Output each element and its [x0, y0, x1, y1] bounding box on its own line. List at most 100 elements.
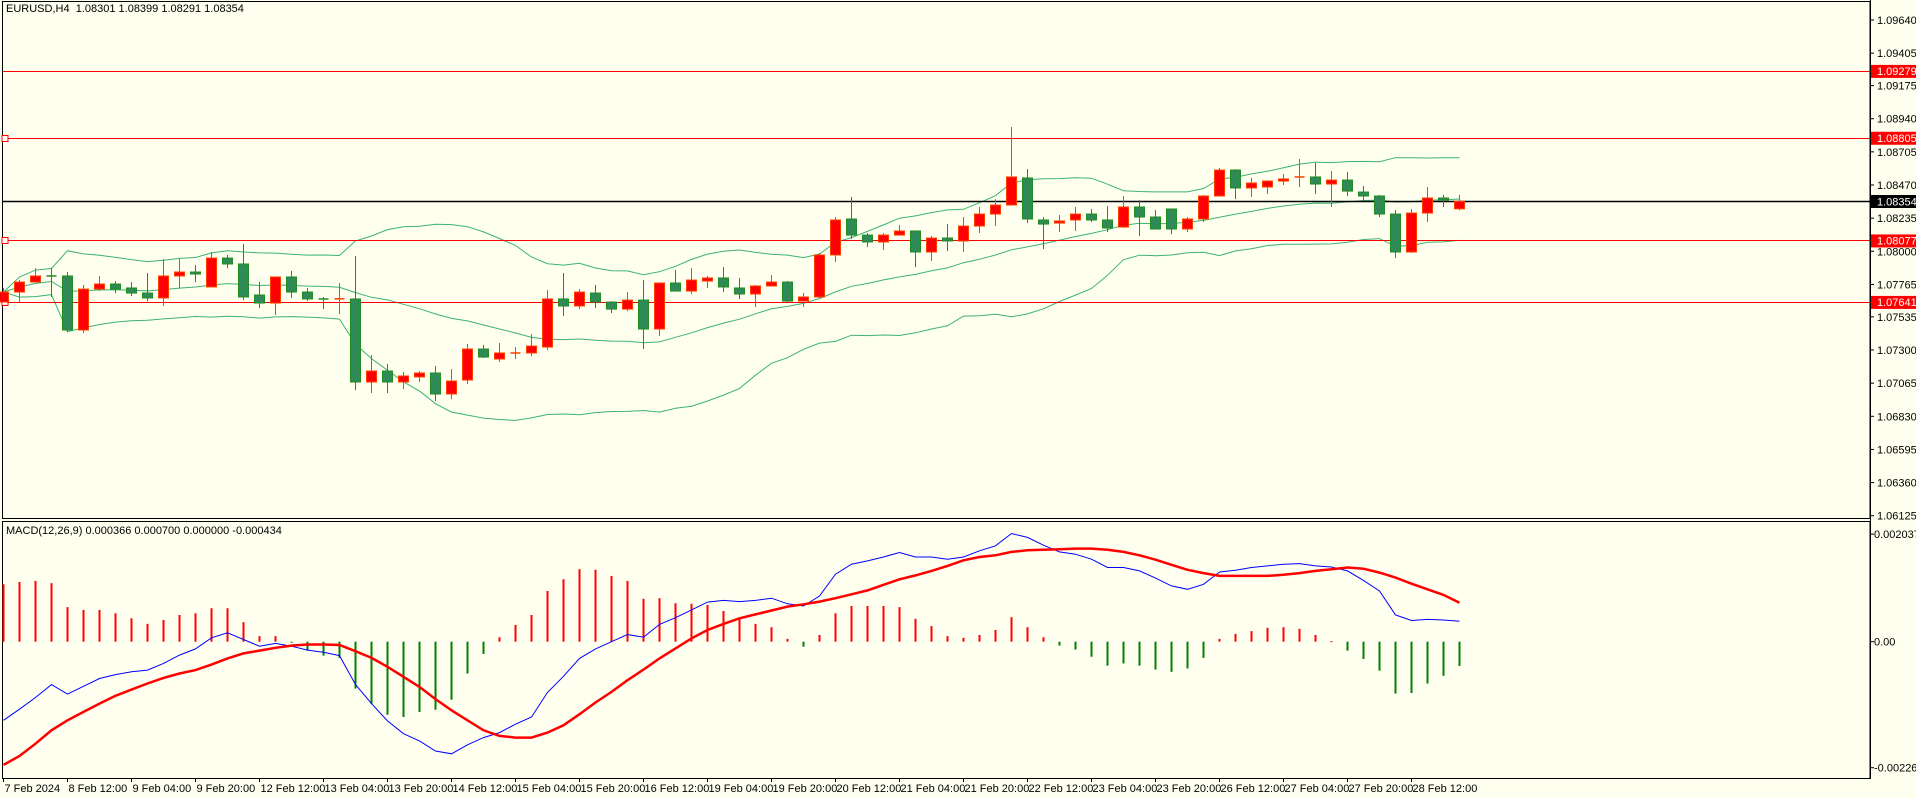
candle-body [878, 234, 889, 243]
candle-body [1022, 177, 1033, 220]
time-axis-label: 14 Feb 12:00 [453, 783, 518, 795]
candle-body [1134, 206, 1145, 218]
candle-body [1390, 213, 1401, 253]
candle-body [382, 370, 393, 383]
price-tick-label: 1.09175 [1877, 81, 1916, 93]
macd-histogram-bar [1154, 641, 1157, 670]
macd-histogram-bar [850, 606, 853, 642]
time-axis-label: 28 Feb 12:00 [1413, 783, 1478, 795]
macd-histogram-bar [1202, 641, 1205, 658]
candle [462, 343, 473, 384]
price-tick-label: 1.07535 [1877, 312, 1916, 324]
candle-body [94, 283, 105, 290]
candle-body [1342, 179, 1353, 192]
macd-histogram-bar [34, 580, 37, 642]
candle-body [1262, 180, 1273, 188]
candle-body [446, 380, 457, 395]
candle-body [1214, 169, 1225, 197]
macd-histogram-bar [82, 609, 85, 642]
candle-body [926, 237, 937, 253]
price-tick-label: 1.06125 [1877, 511, 1916, 523]
time-axis-label: 15 Feb 04:00 [517, 783, 582, 795]
macd-histogram-bar [818, 635, 821, 642]
candle-body [78, 288, 89, 331]
candle-body [1246, 182, 1257, 189]
macd-histogram-bar [1330, 641, 1333, 643]
macd-histogram-bar [658, 598, 661, 642]
candle-body [1086, 213, 1097, 221]
symbol-timeframe: EURUSD,H4 [6, 3, 70, 15]
candle [782, 281, 793, 303]
candle-body [1454, 200, 1465, 210]
price-tick-label: 1.06360 [1877, 478, 1916, 490]
macd-histogram-bar [194, 613, 197, 642]
candle-body [206, 257, 217, 288]
macd-histogram-bar [402, 641, 405, 717]
candle-body [1070, 213, 1081, 221]
price-pane[interactable] [0, 0, 1916, 798]
macd-histogram-bar [306, 641, 309, 651]
macd-histogram-bar [1074, 641, 1077, 650]
time-axis-label: 8 Feb 12:00 [69, 783, 128, 795]
macd-histogram-bar [834, 613, 837, 642]
macd-histogram-bar [178, 614, 181, 642]
time-axis-label: 26 Feb 12:00 [1221, 783, 1286, 795]
time-axis-label: 21 Feb 20:00 [965, 783, 1030, 795]
candle-body [846, 218, 857, 236]
candle-body [798, 296, 809, 302]
candle-body [1102, 219, 1113, 229]
macd-histogram-bar [674, 603, 677, 642]
macd-axis-label: -0.00226 [1874, 763, 1916, 775]
price-line-label: 1.09279 [1877, 66, 1916, 78]
macd-histogram-bar [770, 627, 773, 642]
macd-histogram-bar [1394, 641, 1397, 694]
time-axis-label: 19 Feb 04:00 [709, 783, 774, 795]
macd-histogram-bar [290, 641, 293, 643]
candle-body [254, 294, 265, 304]
candle-body [654, 282, 665, 330]
candle-body [558, 298, 569, 307]
candle-body [734, 287, 745, 295]
candle-body [974, 213, 985, 227]
time-axis-label: 27 Feb 04:00 [1285, 783, 1350, 795]
price-tick-label: 1.06595 [1877, 444, 1916, 456]
candle-body [286, 276, 297, 293]
macd-histogram-bar [594, 569, 597, 642]
time-axis-label: 16 Feb 12:00 [645, 783, 710, 795]
macd-histogram-bar [930, 626, 933, 642]
macd-histogram-bar [418, 641, 421, 712]
candle-body [782, 281, 793, 302]
candle-body [30, 275, 41, 283]
macd-histogram-bar [1442, 641, 1445, 676]
candle-body [1166, 208, 1177, 230]
candle-body [574, 291, 585, 307]
candle-body [0, 291, 9, 303]
price-tick-label: 1.08235 [1877, 213, 1916, 225]
macd-histogram-bar [274, 636, 277, 642]
time-axis-label: 9 Feb 20:00 [197, 783, 256, 795]
time-axis-label: 23 Feb 04:00 [1093, 783, 1158, 795]
chart-canvas[interactable]: 1.09640 1.09405 1.09175 1.08940 1.08705 1.084… [0, 0, 1916, 798]
candle-body [814, 254, 825, 298]
candle-body [958, 225, 969, 242]
candle-body [1118, 206, 1129, 228]
line-handle[interactable] [1, 237, 9, 244]
macd-histogram-bar [610, 575, 613, 642]
macd-histogram-bar [706, 604, 709, 642]
candle-body [1230, 169, 1241, 189]
macd-label: MACD(12,26,9) 0.000366 0.000700 0.000000… [6, 525, 282, 537]
candle-body [910, 230, 921, 253]
price-line-label: 1.08805 [1877, 133, 1916, 145]
line-handle[interactable] [1, 135, 9, 142]
macd-histogram-bar [466, 641, 469, 674]
macd-histogram-bar [1138, 641, 1141, 666]
candle [542, 290, 553, 351]
candle [654, 282, 665, 337]
macd-histogram-bar [962, 637, 965, 642]
macd-histogram-bar [978, 635, 981, 642]
macd-histogram-bar [1282, 627, 1285, 642]
macd-histogram-bar [1170, 641, 1173, 672]
candle [78, 284, 89, 334]
macd-histogram-bar [1426, 641, 1429, 684]
macd-histogram-bar [546, 590, 549, 642]
